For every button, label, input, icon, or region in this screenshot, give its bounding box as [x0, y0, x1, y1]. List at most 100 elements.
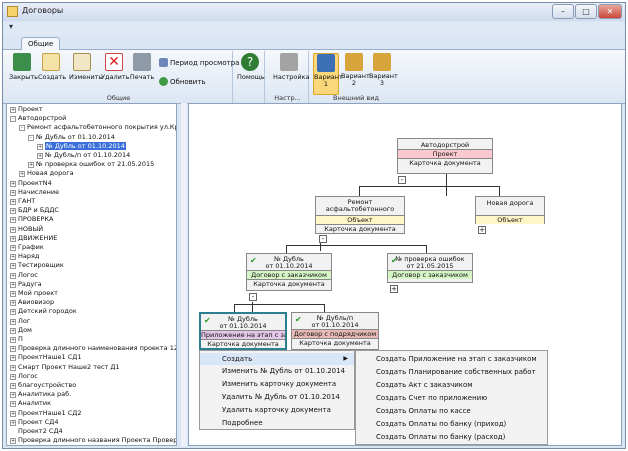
expand-toggle[interactable]: + [390, 285, 398, 293]
tree-scrollbar[interactable] [181, 103, 187, 446]
period-button[interactable]: Период просмотра [159, 58, 239, 67]
tree-item[interactable]: + ДВИЖЕНИЕ [10, 234, 57, 243]
tree-toggle-icon[interactable]: + [10, 235, 16, 242]
close-window-button[interactable]: ✕ [598, 4, 622, 19]
tree-item[interactable]: + благоустройство [10, 381, 76, 390]
settings-button[interactable]: Настройка [273, 53, 309, 91]
tree-toggle-icon[interactable]: + [28, 162, 34, 169]
tree-item[interactable]: + Дом [10, 326, 32, 335]
tree-item[interactable]: + Логос [10, 271, 38, 280]
tree-toggle-icon[interactable]: + [10, 226, 16, 233]
submenu-item[interactable]: Создать Планирование собственных работ [356, 366, 547, 379]
node-object-new-road[interactable]: Новая дорога Объект [475, 196, 545, 224]
tree-item[interactable]: + Логос [10, 372, 38, 381]
tree-item[interactable]: + ГАНТ [10, 197, 35, 206]
tree-toggle-icon[interactable]: + [10, 272, 16, 279]
tree-item[interactable]: + № проверка ошибок от 21.05.2015 [28, 160, 154, 169]
tree-item[interactable]: + НОВЫЙ [10, 225, 43, 234]
minimize-button[interactable]: – [552, 4, 574, 19]
variant-2-button[interactable]: Вариант 2 [341, 53, 370, 95]
tree-toggle-icon[interactable]: + [10, 208, 16, 215]
menu-item-delete-doc[interactable]: Удалить № Дубль от 01.10.2014 [200, 391, 354, 403]
expand-toggle[interactable]: - [249, 293, 257, 301]
tree-toggle-icon[interactable]: + [10, 383, 16, 389]
tree-toggle-icon[interactable]: + [10, 180, 16, 187]
node-card[interactable]: Карточка документа [316, 224, 404, 233]
qat-dropdown-icon[interactable]: ▾ [9, 22, 13, 31]
menu-item-edit-card[interactable]: Изменить карточку документа [200, 378, 354, 390]
tree-toggle-icon[interactable]: + [10, 327, 16, 334]
tree-toggle-icon[interactable]: + [10, 318, 16, 325]
tree-toggle-icon[interactable]: + [10, 438, 16, 445]
tree-item[interactable]: + Новая дорога [19, 169, 74, 178]
refresh-button[interactable]: Обновить [159, 77, 206, 86]
node-object-repair[interactable]: Ремонт асфальтобетонного Объект Карточка… [315, 196, 405, 234]
node-root[interactable]: Автодорстрой Проект Карточка документа [397, 138, 493, 174]
tree-toggle-icon[interactable]: + [10, 300, 16, 307]
tree-item[interactable]: + Проверка длинного названия Проекта Пров… [10, 436, 176, 445]
node-contractor-dubl[interactable]: ✔ № Дубль/п от 01.10.2014 Договор с подр… [291, 312, 379, 350]
expand-toggle[interactable]: + [478, 226, 486, 234]
node-contract-dubl[interactable]: ✔ № Дубль от 01.10.2014 Договор с заказч… [246, 253, 332, 291]
tree-toggle-icon[interactable]: + [19, 171, 25, 178]
tree-toggle-icon[interactable]: + [10, 199, 16, 205]
tree-item[interactable]: + Смарт Проект Наше2 тест Д1 [10, 363, 120, 372]
tree-toggle-icon[interactable]: - [19, 125, 25, 132]
tree-toggle-icon[interactable]: + [37, 153, 43, 159]
tree-item[interactable]: + ПРОВЕРКА [10, 215, 53, 224]
create-button[interactable]: Создать [38, 53, 66, 91]
tree-toggle-icon[interactable]: + [10, 291, 16, 297]
tree-item[interactable]: + Аналитика раб. [10, 390, 71, 399]
tree-item[interactable]: + Мой проект [10, 289, 58, 298]
node-appendix-dubl[interactable]: ✔ № Дубль от 01.10.2014 Приложение на эт… [199, 312, 287, 350]
edit-button[interactable]: Изменить [69, 53, 102, 91]
tree-item[interactable]: + ПроектN4 [10, 179, 52, 188]
tree-toggle-icon[interactable]: + [10, 373, 16, 380]
tree-toggle-icon[interactable]: + [10, 281, 16, 288]
tree-item[interactable]: - Ремонт асфальтобетонного покрытия ул.Кр… [19, 123, 176, 132]
print-button[interactable]: Печать [129, 53, 155, 91]
submenu-item[interactable]: Создать Оплаты по банку (приход) [356, 418, 547, 431]
node-card[interactable]: Карточка документа [398, 158, 492, 167]
variant-3-button[interactable]: Вариант 3 [369, 53, 398, 95]
tree-toggle-icon[interactable]: - [28, 134, 34, 141]
tree-item[interactable]: + Аналитик [10, 399, 51, 408]
submenu-item[interactable]: Создать Оплаты по банку (расход) [356, 431, 547, 444]
tree-item[interactable]: - Автодорстрой [10, 114, 66, 123]
submenu-item[interactable]: Создать Акт с заказчиком [356, 379, 547, 392]
variant-1-button[interactable]: Вариант 1 [313, 53, 343, 95]
tree-item[interactable]: + Тестировщик [10, 261, 64, 270]
tree-item[interactable]: + Проект СД4 [10, 418, 59, 427]
delete-button[interactable]: ✕ Удалить [101, 53, 129, 91]
tree-item[interactable]: + Детский городок [10, 307, 77, 316]
tree-toggle-icon[interactable]: + [10, 364, 16, 371]
tree-item[interactable]: + П [10, 335, 23, 344]
tree-toggle-icon[interactable]: + [10, 254, 16, 261]
menu-item-details[interactable]: Подробнее [200, 417, 354, 429]
tree-item[interactable]: - № Дубль от 01.10.2014 [28, 133, 115, 142]
help-button[interactable]: ? Помощь [237, 53, 265, 91]
tree-item[interactable]: + ПроектНаше1 СД1 [10, 353, 81, 362]
tab-general[interactable]: Общие [21, 37, 61, 51]
node-contract-check[interactable]: ✔ № проверка ошибок от 21.05.2015 Догово… [387, 253, 473, 283]
tree-item[interactable]: + Начисление [10, 188, 59, 197]
tree-item[interactable]: + № Дубль от 01.10.2014 [37, 141, 126, 151]
tree-item[interactable]: + Авиовизор [10, 298, 54, 307]
tree-toggle-icon[interactable]: + [10, 419, 16, 426]
node-card[interactable]: Карточка документа [292, 338, 378, 347]
tree-item[interactable]: + № Дубль/п от 01.10.2014 [37, 151, 130, 160]
tree-toggle-icon[interactable]: + [10, 355, 16, 362]
tree-toggle-icon[interactable]: + [10, 410, 16, 417]
submenu-item[interactable]: Создать Счет по приложению [356, 392, 547, 405]
tree-toggle-icon[interactable]: + [37, 143, 43, 150]
tree-item[interactable]: + Проект [10, 105, 43, 114]
tree-toggle-icon[interactable]: + [10, 189, 16, 196]
menu-item-create[interactable]: Создать ▶ [200, 353, 354, 365]
tree-toggle-icon[interactable]: + [10, 401, 16, 408]
tree-toggle-icon[interactable]: + [10, 309, 16, 316]
tree-toggle-icon[interactable]: + [10, 346, 16, 353]
tree-item[interactable]: + Радуга [10, 280, 42, 289]
tree-item[interactable]: + График [10, 243, 44, 252]
tree-item[interactable]: + Лог [10, 317, 30, 326]
maximize-button[interactable]: □ [575, 4, 597, 19]
